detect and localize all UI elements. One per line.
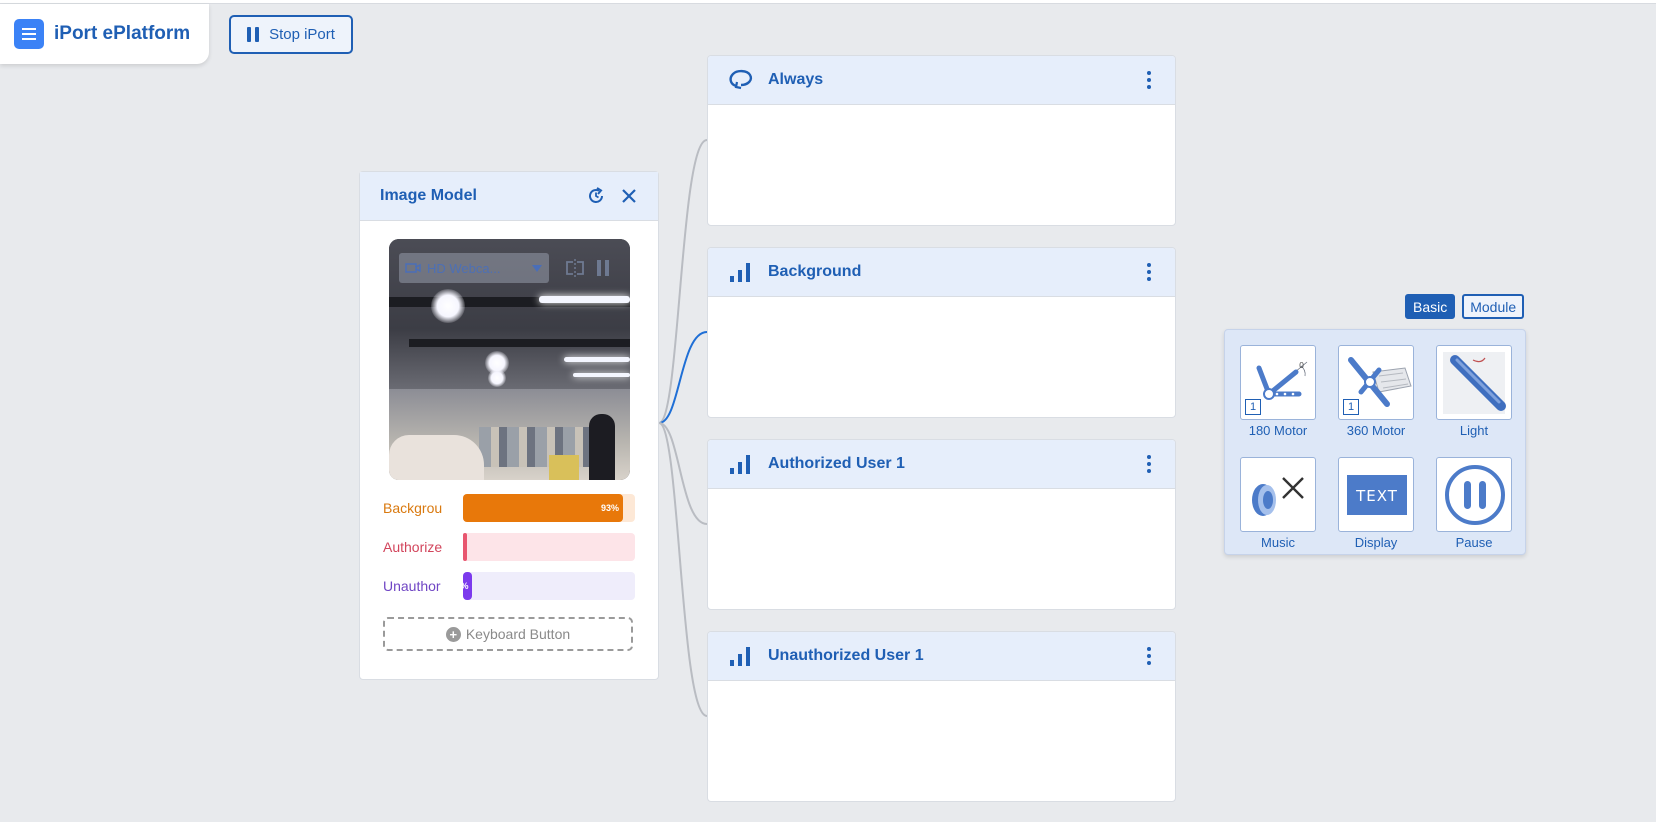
servo-count-badge: 1 (1343, 399, 1359, 415)
confidence-bar: % (463, 572, 635, 600)
tile-label: 180 Motor (1248, 423, 1308, 438)
display-sample-text: TEXT (1355, 487, 1398, 505)
flip-camera-icon[interactable] (565, 259, 585, 277)
confidence-bar (463, 533, 635, 561)
tile-label: Music (1261, 535, 1295, 550)
connector-always (658, 139, 708, 424)
block-title: Background (768, 263, 862, 280)
palette-tabs: Basic Module (1405, 294, 1525, 319)
more-options-icon[interactable] (1143, 451, 1155, 477)
class-label: Backgrou (383, 500, 443, 516)
class-label: Unauthor (383, 578, 441, 594)
tile-music[interactable]: Music (1240, 457, 1316, 557)
block-header: Unauthorized User 1 (708, 632, 1175, 681)
video-camera-icon (405, 263, 421, 273)
led-strip-icon (1443, 352, 1506, 414)
keyboard-button-label: Keyboard Button (465, 626, 571, 642)
speaker-muted-icon (1252, 477, 1304, 516)
signal-bars-icon (728, 261, 754, 283)
svg-text:0: 0 (1299, 361, 1304, 370)
confidence-fill: 93% (463, 494, 623, 522)
class-label: Authorize (383, 539, 443, 555)
block-title: Always (768, 71, 824, 88)
add-keyboard-button[interactable]: + Keyboard Button (383, 617, 633, 651)
block-header: Background (708, 248, 1175, 297)
close-icon[interactable] (620, 187, 638, 205)
more-options-icon[interactable] (1143, 67, 1155, 93)
chevron-down-icon (532, 265, 542, 272)
block-always[interactable]: Always (707, 55, 1176, 226)
pause-circle-icon (1445, 465, 1505, 525)
confidence-fill: % (463, 572, 473, 600)
display-text-icon: TEXT (1347, 475, 1407, 515)
block-authorized-user[interactable]: Authorized User 1 (707, 439, 1176, 610)
webcam-preview: HD Webca... (389, 239, 630, 480)
plus-circle-icon: + (445, 626, 461, 642)
block-header: Always (708, 56, 1175, 105)
tile-label: Pause (1455, 535, 1493, 550)
block-background[interactable]: Background (707, 247, 1176, 418)
loop-icon (728, 68, 754, 92)
signal-bars-icon (728, 645, 754, 667)
image-model-panel: Image Model HD Webca... Backgrou 93% Aut… (359, 171, 659, 680)
image-model-title: Image Model (380, 187, 477, 204)
tile-360-motor[interactable]: 1 360 Motor (1338, 345, 1414, 445)
tab-module[interactable]: Module (1462, 294, 1525, 319)
camera-select[interactable]: HD Webca... (399, 253, 549, 283)
pause-camera-icon[interactable] (595, 259, 611, 277)
block-title: Authorized User 1 (768, 455, 905, 472)
confidence-bar: 93% (463, 494, 635, 522)
servo-count-badge: 1 (1245, 399, 1261, 415)
refresh-icon[interactable] (586, 186, 606, 206)
block-header: Authorized User 1 (708, 440, 1175, 489)
tile-180-motor[interactable]: 0 1 180 Motor (1240, 345, 1316, 445)
tab-basic[interactable]: Basic (1405, 294, 1456, 319)
tile-light[interactable]: Light (1436, 345, 1512, 445)
class-row-authorized: Authorize (383, 533, 635, 561)
more-options-icon[interactable] (1143, 643, 1155, 669)
tile-label: Light (1459, 423, 1489, 438)
connector-unauthorized (658, 422, 708, 717)
block-unauthorized-user[interactable]: Unauthorized User 1 (707, 631, 1176, 802)
component-palette: 0 1 180 Motor 1 360 Motor Light Music TE… (1224, 329, 1526, 555)
tile-display[interactable]: TEXT Display (1338, 457, 1414, 557)
tile-label: 360 Motor (1346, 423, 1406, 438)
confidence-fill (463, 533, 467, 561)
tile-label: Display (1354, 535, 1398, 550)
class-row-background: Backgrou 93% (383, 494, 635, 522)
class-row-unauthorized: Unauthor % (383, 572, 635, 600)
block-title: Unauthorized User 1 (768, 647, 924, 664)
tile-pause[interactable]: Pause (1436, 457, 1512, 557)
signal-bars-icon (728, 453, 754, 475)
more-options-icon[interactable] (1143, 259, 1155, 285)
camera-device-label: HD Webca... (427, 260, 501, 276)
image-model-header: Image Model (360, 172, 658, 221)
